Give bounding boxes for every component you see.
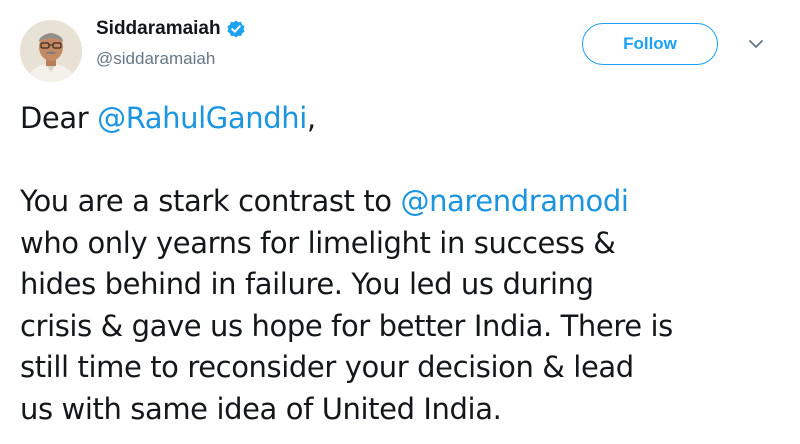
- tweet-line: who only yearns for limelight in success…: [20, 225, 616, 260]
- tweet-card: Siddaramaiah @siddaramaiah Follow Dear @…: [0, 0, 800, 444]
- avatar[interactable]: [20, 20, 82, 82]
- mention-link[interactable]: @narendramodi: [400, 184, 628, 218]
- tweet-line: us with same idea of United India.: [20, 391, 502, 426]
- paragraph-break: [20, 140, 790, 182]
- mention-link[interactable]: @RahulGandhi: [97, 101, 307, 135]
- display-name[interactable]: Siddaramaiah: [96, 18, 221, 40]
- greeting-prefix: Dear: [20, 101, 98, 135]
- follow-button[interactable]: Follow: [582, 23, 718, 65]
- tweet-line: You are a stark contrast to @narendramod…: [20, 181, 790, 223]
- line-1-prefix: You are a stark contrast to: [20, 184, 401, 218]
- tweet-line: still time to reconsider your decision &…: [20, 350, 634, 384]
- greeting-suffix: ,: [306, 101, 316, 135]
- avatar-image: [20, 20, 82, 82]
- tweet-line: crisis & gave us hope for better India. …: [20, 308, 673, 343]
- tweet-text: Dear @RahulGandhi, You are a stark contr…: [20, 98, 790, 430]
- greeting-line: Dear @RahulGandhi,: [20, 98, 790, 140]
- tweet-line: hides behind in failure. You led us duri…: [20, 267, 594, 301]
- verified-badge-icon: [226, 19, 246, 39]
- author-block: Siddaramaiah @siddaramaiah: [96, 18, 246, 69]
- handle[interactable]: @siddaramaiah: [96, 49, 246, 69]
- chevron-down-icon[interactable]: [747, 38, 765, 50]
